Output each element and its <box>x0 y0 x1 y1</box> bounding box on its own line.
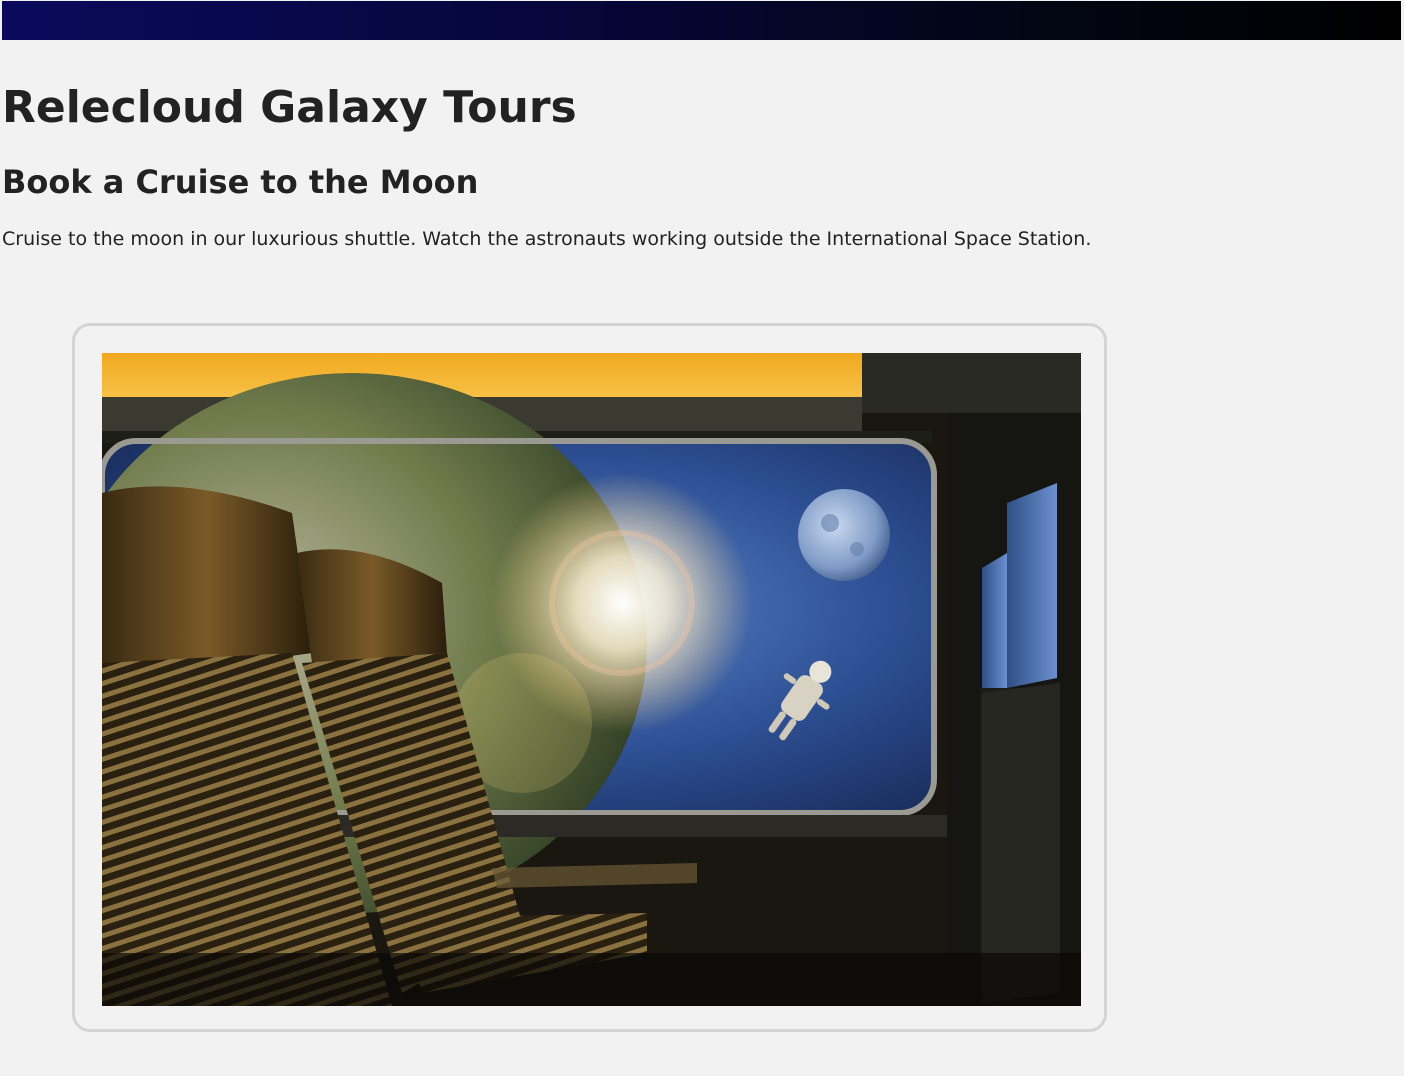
shuttle-window-image <box>102 353 1081 1006</box>
page-description: Cruise to the moon in our luxurious shut… <box>2 228 1092 250</box>
site-title: Relecloud Galaxy Tours <box>2 82 577 133</box>
image-frame <box>72 323 1107 1032</box>
top-banner <box>2 1 1401 40</box>
page-heading: Book a Cruise to the Moon <box>2 163 479 201</box>
